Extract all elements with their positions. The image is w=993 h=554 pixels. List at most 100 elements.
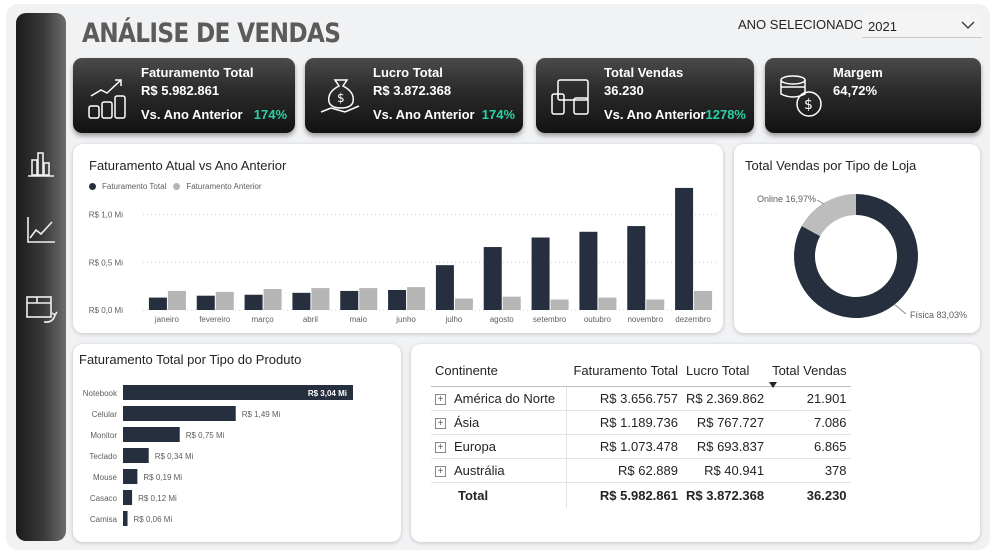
x-tick-label: dezembro — [675, 315, 711, 324]
bar-current — [435, 265, 454, 310]
cell-total-sales: 36.230 — [806, 487, 847, 503]
store-type-card: Total Vendas por Tipo de Loja Física 83,… — [734, 144, 980, 333]
expand-icon[interactable]: + — [435, 393, 446, 405]
line-chart-icon[interactable] — [22, 211, 60, 249]
kpi-title: Total Vendas — [604, 65, 684, 80]
cell-total-label: Total — [431, 482, 567, 508]
bar-previous — [646, 299, 665, 310]
year-value: 2021 — [868, 19, 897, 34]
bar-current — [148, 297, 167, 310]
x-tick-label: fevereiro — [199, 315, 231, 324]
year-dropdown[interactable]: 2021 — [862, 14, 982, 38]
cell-sales: 378 — [768, 458, 851, 483]
kpi-value: R$ 5.982.861 — [141, 83, 220, 98]
monthly-bar-chart: R$ 0,0 Mi R$ 0,5 Mi R$ 1,0 Mi janeiro fevere… — [89, 187, 717, 324]
bar — [123, 511, 128, 526]
data-label: R$ 0,19 Mi — [143, 473, 182, 482]
bar-previous — [407, 287, 426, 310]
expand-icon[interactable]: + — [435, 417, 446, 429]
kpi-percent: 1278% — [705, 107, 746, 122]
bar-current — [675, 187, 694, 310]
kpi-percent: 174% — [253, 107, 287, 122]
table-row[interactable]: + Austrália R$ 62.889 R$ 40.941 378 — [431, 458, 851, 483]
table-row[interactable]: + América do Norte R$ 3.656.757 R$ 2.369.… — [431, 386, 851, 411]
kpi-card-sales: Total Vendas 36.230 Vs. Ano Anterior 127… — [536, 58, 754, 133]
category-label: Monitor — [90, 431, 117, 440]
cell-profit: R$ 2.369.862 — [682, 386, 769, 411]
y-tick-label: R$ 0,5 Mi — [89, 258, 123, 267]
bar-previous — [454, 298, 473, 310]
bar — [123, 469, 138, 484]
cell-revenue: R$ 1.073.478 — [566, 434, 682, 459]
cell-continent: Europa — [454, 438, 496, 454]
page-title: ANÁLISE DE VENDAS — [82, 18, 341, 49]
data-label: R$ 0,34 Mi — [155, 452, 194, 461]
bar-current — [196, 295, 215, 310]
data-label: R$ 1,49 Mi — [242, 410, 281, 419]
svg-text:$: $ — [804, 97, 813, 113]
bar-current — [244, 294, 263, 310]
category-label: Teclado — [89, 452, 117, 461]
leader-line — [893, 303, 907, 315]
bar-previous — [598, 297, 617, 310]
cell-total-revenue: R$ 5.982.861 — [599, 487, 678, 503]
table-header-row: Continente Faturamento Total Lucro Total… — [431, 356, 851, 388]
coins-dollar-icon: $ — [780, 75, 822, 117]
expand-icon[interactable]: + — [435, 441, 446, 453]
category-label: Mouse — [93, 473, 118, 482]
bar — [123, 448, 149, 463]
bar-current — [340, 290, 359, 310]
kpi-compare-label: Vs. Ano Anterior — [604, 107, 706, 122]
data-label: Online 16,97% — [757, 194, 816, 204]
kpi-card-margin: $ Margem 64,72% — [765, 58, 981, 133]
table-total-row: Total R$ 5.982.861 R$ 3.872.368 36.230 — [431, 482, 851, 508]
table-row[interactable]: + Ásia R$ 1.189.736 R$ 767.727 7.086 — [431, 410, 851, 435]
leader-line — [816, 199, 825, 205]
bar — [123, 406, 236, 421]
bar-previous — [502, 296, 521, 310]
category-label: Camisa — [90, 515, 118, 524]
column-header-profit[interactable]: Lucro Total — [682, 356, 769, 387]
year-label: ANO SELECIONADO: — [738, 17, 868, 32]
cell-revenue: R$ 62.889 — [566, 458, 682, 483]
data-label: R$ 0,75 Mi — [186, 431, 225, 440]
data-label: Física 83,03% — [910, 310, 967, 320]
kpi-title: Faturamento Total — [141, 65, 254, 80]
category-label: Casaco — [90, 494, 118, 503]
x-tick-label: julho — [444, 315, 462, 324]
product-type-card: Faturamento Total por Tipo do Produto No… — [73, 344, 401, 542]
column-header-revenue[interactable]: Faturamento Total — [566, 356, 682, 387]
bar — [123, 427, 180, 442]
x-tick-label: novembro — [627, 315, 663, 324]
x-tick-label: maio — [350, 315, 368, 324]
bar — [123, 490, 133, 505]
bar-current — [531, 237, 550, 310]
x-tick-label: janeiro — [154, 315, 180, 324]
category-label: Notebook — [83, 389, 118, 398]
column-header-continent[interactable]: Continente — [431, 356, 566, 387]
kpi-card-profit: $ Lucro Total R$ 3.872.368 Vs. Ano Anter… — [305, 58, 523, 133]
column-header-sales-label: Total Vendas — [772, 363, 847, 379]
y-tick-label: R$ 1,0 Mi — [89, 211, 123, 220]
x-tick-label: março — [251, 315, 274, 324]
sort-desc-icon — [769, 381, 778, 388]
bar-previous — [263, 289, 282, 310]
bar-previous — [311, 288, 330, 310]
coins-growth-icon — [88, 79, 126, 119]
box-return-icon[interactable] — [22, 289, 60, 327]
bar-chart-icon[interactable] — [22, 145, 60, 183]
expand-icon[interactable]: + — [435, 465, 446, 477]
bar-current — [292, 292, 311, 310]
cell-total-profit: R$ 3.872.368 — [686, 487, 765, 503]
category-label: Celular — [92, 410, 118, 419]
cell-revenue: R$ 1.189.736 — [566, 410, 682, 435]
kpi-value: R$ 3.872.368 — [373, 83, 452, 98]
y-tick-label: R$ 0,0 Mi — [89, 306, 123, 315]
bar-previous — [550, 299, 569, 310]
bar-current — [388, 289, 407, 310]
x-tick-label: agosto — [490, 315, 515, 324]
cell-revenue: R$ 3.656.757 — [566, 386, 682, 411]
x-tick-label: abril — [303, 315, 318, 324]
column-header-sales[interactable]: Total Vendas — [768, 356, 851, 388]
table-row[interactable]: + Europa R$ 1.073.478 R$ 693.837 6.865 — [431, 434, 851, 459]
